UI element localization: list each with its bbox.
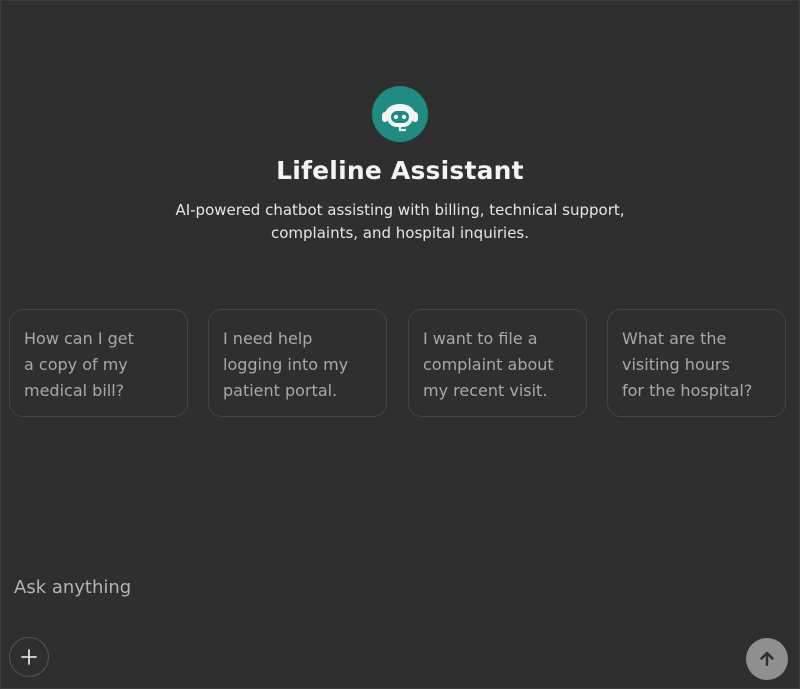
arrow-up-icon (760, 651, 774, 667)
suggestion-card-billing[interactable]: How can I get a copy of my medical bill? (9, 309, 188, 417)
suggestion-text-line: a copy of my (24, 355, 128, 374)
suggestion-text-line: logging into my (223, 355, 349, 374)
send-button[interactable] (746, 638, 788, 680)
suggestion-text-line: patient portal. (223, 381, 338, 400)
suggestion-text-line: visiting hours (622, 355, 730, 374)
assistant-title: Lifeline Assistant (276, 156, 524, 185)
suggestion-text-line: my recent visit. (423, 381, 548, 400)
suggestion-card-portal[interactable]: I need help logging into my patient port… (208, 309, 387, 417)
suggestion-text-line: I need help (223, 329, 313, 348)
suggestion-cards: How can I get a copy of my medical bill?… (9, 309, 789, 419)
robot-headset-icon (372, 86, 428, 142)
message-input[interactable]: Ask anything (14, 577, 131, 598)
assistant-description: AI-powered chatbot assisting with billin… (175, 201, 625, 242)
suggestion-text-line: complaint about (423, 355, 554, 374)
welcome-header: Lifeline Assistant AI-powered chatbot as… (0, 86, 800, 245)
suggestion-card-visiting-hours[interactable]: What are the visiting hours for the hosp… (607, 309, 786, 417)
suggestion-text-line: How can I get (24, 329, 134, 348)
add-attachment-button[interactable] (9, 637, 49, 677)
suggestion-text-line: What are the (622, 329, 727, 348)
suggestion-text-line: I want to file a (423, 329, 538, 348)
suggestion-text-line: for the hospital? (622, 381, 753, 400)
suggestion-text-line: medical bill? (24, 381, 125, 400)
suggestion-card-complaint[interactable]: I want to file a complaint about my rece… (408, 309, 587, 417)
plus-icon (21, 649, 37, 665)
